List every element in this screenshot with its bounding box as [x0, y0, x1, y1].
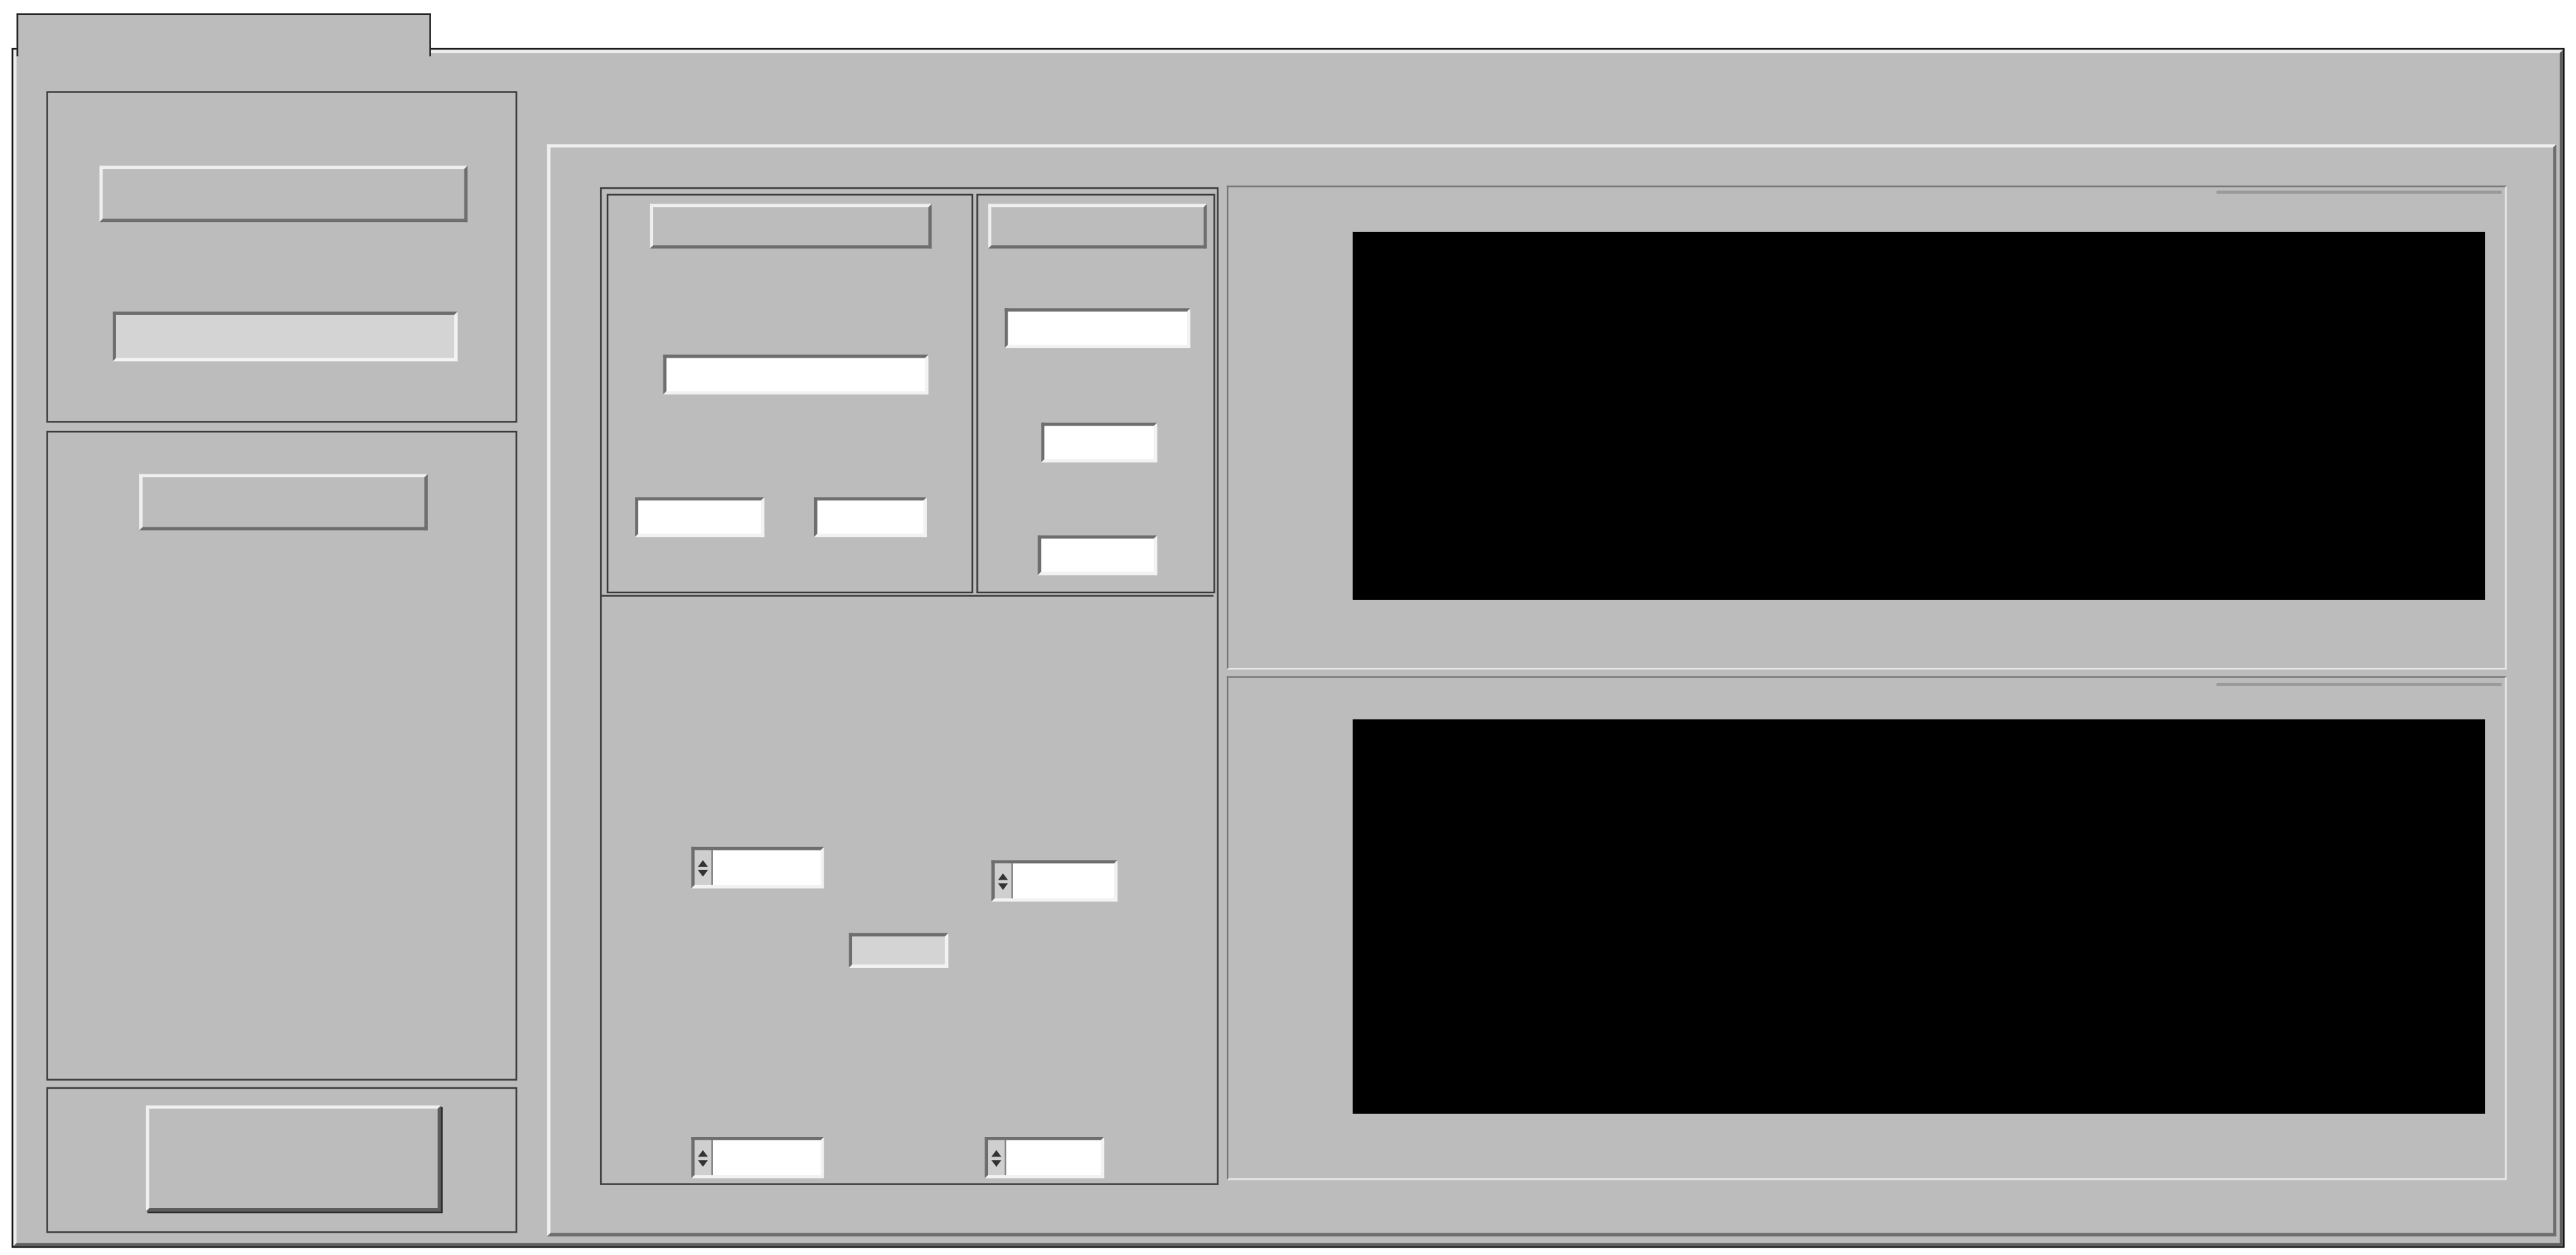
- high-frequency-1-value: [663, 355, 929, 395]
- specified-gain-value: [1041, 423, 1157, 463]
- specified-point-group: [976, 194, 1215, 593]
- gain-plot-area: [1353, 232, 2485, 600]
- specified-frequency-value: [1005, 308, 1190, 348]
- domain-knob[interactable]: [923, 920, 1172, 1168]
- number-of-stages-group: [46, 91, 517, 422]
- stop-button[interactable]: [146, 1106, 441, 1212]
- trigger-value[interactable]: [691, 1137, 824, 1178]
- low-frequency-1-value: [635, 498, 764, 538]
- domain-value-text: [1008, 1140, 1098, 1175]
- increment-decrement-buttons[interactable]: [988, 1140, 1006, 1175]
- window-tab[interactable]: [16, 14, 430, 56]
- phase-y-axis-label: [1251, 719, 1288, 1114]
- specified-point-heading: [988, 204, 1207, 248]
- points-of-representation-value[interactable]: [991, 860, 1118, 901]
- increment-decrement-buttons[interactable]: [695, 1140, 713, 1175]
- phase-plot-area: [1353, 719, 2485, 1114]
- increment-decrement-buttons[interactable]: [995, 863, 1013, 898]
- gain-y-axis-label: [1251, 232, 1288, 600]
- application-window: [0, 0, 2576, 1254]
- specified-phase-value: [1038, 536, 1158, 576]
- trigger-knob[interactable]: [630, 920, 879, 1168]
- frame-divider: [602, 595, 1213, 597]
- position-value-text: [714, 850, 817, 885]
- phase-plot-legend: [2217, 683, 2502, 686]
- position-value[interactable]: [691, 847, 824, 888]
- characteristic-points-heading: [650, 204, 932, 248]
- gain-plot-legend: [2217, 191, 2502, 194]
- control-buttons-heading: [139, 474, 428, 530]
- trigger-value-text: [714, 1140, 817, 1175]
- low-frequency-2-value: [814, 498, 927, 538]
- number-of-stages-heading: [100, 166, 468, 222]
- increment-decrement-buttons[interactable]: [695, 850, 713, 885]
- domain-value[interactable]: [985, 1137, 1104, 1178]
- current-iteration-value: [849, 933, 949, 968]
- points-of-representation-value-text: [1014, 863, 1111, 898]
- gain-bode-chart: [1227, 185, 2507, 669]
- number-of-stages-ring[interactable]: [113, 312, 458, 361]
- phase-bode-chart: [1227, 676, 2507, 1180]
- points-of-representation-knob[interactable]: [927, 641, 1175, 890]
